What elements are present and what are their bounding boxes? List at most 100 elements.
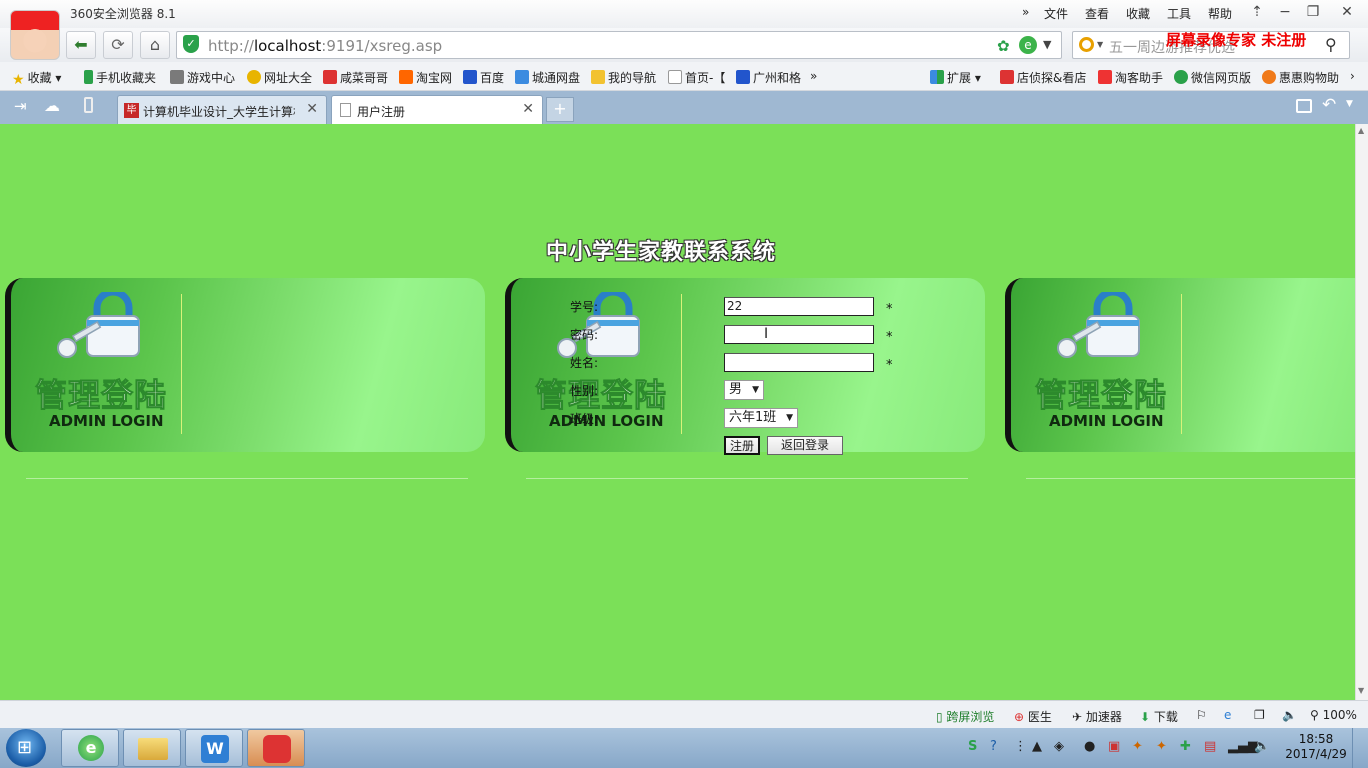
tray-app-icon[interactable]: ◈ (1054, 739, 1064, 754)
register-button[interactable]: 注册 (724, 436, 760, 455)
system-clock[interactable]: 18:58 2017/4/29 (1284, 732, 1348, 762)
home-button[interactable]: ⌂ (140, 31, 170, 59)
extension-item[interactable]: 微信网页版 (1174, 69, 1251, 86)
volume-icon[interactable]: 🔈 (1254, 739, 1270, 754)
extension-item[interactable]: 惠惠购物助 (1262, 69, 1339, 86)
new-tab-button[interactable]: + (546, 97, 574, 122)
tab-computer-graduation[interactable]: 毕 计算机毕业设计_大学生计算机 ✕ (117, 95, 327, 124)
back-button[interactable]: ⬅ (66, 31, 96, 59)
help-icon[interactable]: ? (990, 739, 997, 754)
close-window-button[interactable]: ✕ (1332, 2, 1362, 24)
doctor-button[interactable]: ⊕ 医生 (1014, 708, 1052, 725)
bookmark-favorites[interactable]: ★ 收藏 ▾ (12, 69, 61, 88)
chevron-down-icon[interactable]: ▼ (1346, 99, 1353, 109)
search-icon[interactable]: ⚲ (1325, 35, 1337, 54)
tray-app-icon[interactable]: ✦ (1132, 739, 1143, 754)
tray-app-icon[interactable]: ▣ (1108, 739, 1120, 754)
address-bar[interactable]: ✓ http://localhost:9191/xsreg.asp ✿ e ▼ (176, 31, 1062, 59)
gender-select[interactable]: 男 ▼ (724, 380, 764, 400)
window-icon[interactable]: ❐ (1254, 708, 1265, 722)
user-avatar[interactable] (10, 10, 60, 60)
bookmark-item[interactable]: 网址大全 (247, 69, 312, 86)
bookmark-item[interactable]: 淘宝网 (399, 69, 452, 86)
menu-favorites[interactable]: 收藏 (1126, 5, 1150, 22)
bookmarks-scroll-right[interactable]: › (1350, 69, 1355, 83)
flag-icon[interactable]: ⚐ (1196, 708, 1207, 722)
folder-icon (138, 738, 168, 760)
bookmarks-more[interactable]: » (810, 69, 817, 83)
bookmark-item[interactable]: 首页-【 (668, 69, 725, 86)
bookmark-item[interactable]: 百度 (463, 69, 504, 86)
bookmark-item[interactable]: 我的导航 (591, 69, 656, 86)
scroll-up-icon[interactable]: ▲ (1358, 126, 1364, 135)
vertical-scrollbar[interactable]: ▲ ▼ (1355, 124, 1368, 700)
undo-close-tab-icon[interactable]: ↶ (1322, 95, 1336, 115)
gamepad-icon (170, 70, 184, 84)
show-desktop-button[interactable] (1352, 728, 1366, 768)
taskbar-file-explorer[interactable] (123, 729, 181, 767)
extension-item[interactable]: 淘客助手 (1098, 69, 1163, 86)
tab-user-register[interactable]: 用户注册 ✕ (331, 95, 543, 124)
student-id-input[interactable]: 22 (724, 297, 874, 316)
close-tab-icon[interactable]: ✕ (522, 101, 534, 117)
rocket-icon: ✈ (1072, 710, 1083, 724)
reload-page-icon[interactable]: ✿ (997, 37, 1010, 55)
phone-icon (84, 70, 93, 84)
cross-screen-browse[interactable]: ▯ 跨屏浏览 (936, 708, 994, 725)
browser-icon: e (78, 735, 104, 761)
tray-app-icon[interactable]: ✚ (1180, 739, 1191, 754)
wps-icon: W (201, 735, 229, 763)
menu-tools[interactable]: 工具 (1167, 5, 1191, 22)
chevron-down-icon[interactable]: ▼ (1043, 38, 1051, 51)
phone-icon[interactable] (84, 97, 93, 113)
sidebar-toggle-icon[interactable]: ⇥ (14, 97, 27, 115)
minimize-button[interactable]: − (1270, 2, 1300, 24)
skin-icon[interactable]: ⇡ (1242, 2, 1272, 24)
accelerator-button[interactable]: ✈ 加速器 (1072, 708, 1122, 725)
refresh-button[interactable]: ⟳ (103, 31, 133, 59)
ie-mode-icon[interactable]: e (1019, 36, 1037, 54)
zoom-control[interactable]: ⚲ 100% (1310, 708, 1357, 722)
menu-more-icon[interactable]: » (1022, 5, 1029, 19)
search-engine-dropdown-icon[interactable]: ▼ (1097, 40, 1103, 49)
ie-icon[interactable]: e (1224, 708, 1231, 722)
folder-icon (591, 70, 605, 84)
extensions-menu[interactable]: 扩展 ▾ (930, 69, 981, 86)
address-text[interactable]: http://localhost:9191/xsreg.asp (208, 37, 442, 55)
bookmark-item[interactable]: 广州和格 (736, 69, 801, 86)
sogou-icon[interactable]: S (968, 739, 977, 754)
extension-label: 店侦探&看店 (1017, 71, 1087, 85)
menu-view[interactable]: 查看 (1085, 5, 1109, 22)
ime-icon[interactable]: ⋮ (1014, 739, 1027, 754)
name-input[interactable] (724, 353, 874, 372)
tray-expand-icon[interactable]: ▲ (1032, 739, 1042, 754)
back-to-login-button[interactable]: 返回登录 (767, 436, 843, 455)
taskbar-screen-recorder[interactable] (247, 729, 305, 767)
tray-app-icon[interactable]: ✦ (1156, 739, 1167, 754)
close-tab-icon[interactable]: ✕ (306, 101, 318, 117)
tab-bar: ⇥ ☁ 毕 计算机毕业设计_大学生计算机 ✕ 用户注册 ✕ + ↶ ▼ (0, 91, 1368, 124)
start-button[interactable]: ⊞ (6, 729, 46, 767)
taskbar-wps[interactable]: W (185, 729, 243, 767)
search-engine-icon[interactable] (1079, 37, 1094, 52)
bookmark-item[interactable]: 手机收藏夹 (84, 69, 156, 86)
restore-button[interactable]: ❐ (1298, 2, 1328, 24)
bookmark-label: 首页-【 (685, 71, 726, 85)
sound-icon[interactable]: 🔈 (1282, 708, 1297, 722)
tray-app-icon[interactable]: ▤ (1204, 739, 1216, 754)
password-input[interactable] (724, 325, 874, 344)
taskbar-360-browser[interactable]: e (61, 729, 119, 767)
scroll-down-icon[interactable]: ▼ (1358, 686, 1364, 695)
class-select[interactable]: 六年1班 ▼ (724, 408, 798, 428)
menu-help[interactable]: 帮助 (1208, 5, 1232, 22)
extension-item[interactable]: 店侦探&看店 (1000, 69, 1086, 86)
menu-file[interactable]: 文件 (1044, 5, 1068, 22)
qq-icon[interactable]: ● (1084, 739, 1095, 754)
bookmark-item[interactable]: 咸菜哥哥 (323, 69, 388, 86)
download-button[interactable]: ⬇ 下载 (1140, 708, 1178, 725)
home-icon: ⌂ (149, 35, 161, 54)
tab-list-icon[interactable] (1296, 99, 1312, 113)
cloud-icon[interactable]: ☁ (44, 96, 60, 115)
bookmark-item[interactable]: 游戏中心 (170, 69, 235, 86)
bookmark-item[interactable]: 城通网盘 (515, 69, 580, 86)
